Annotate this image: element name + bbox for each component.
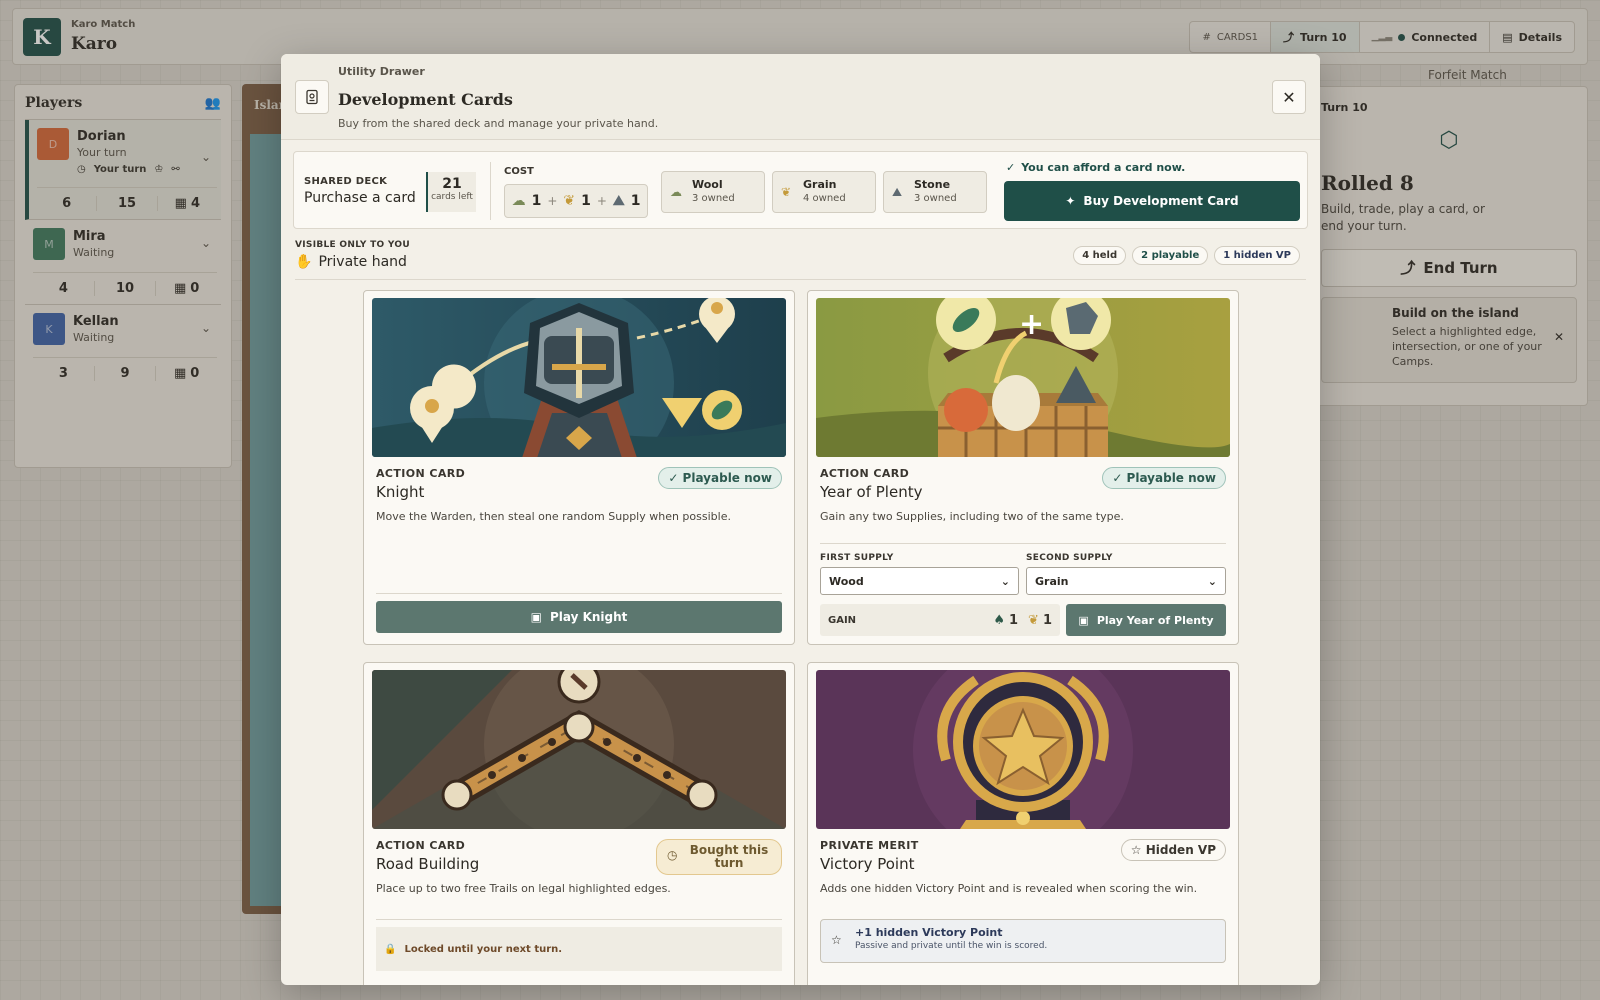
deck-label: Purchase a card (304, 190, 416, 206)
playable-badge: ✓ Playable now (1102, 467, 1226, 489)
card-icon (295, 80, 329, 114)
card-name: Road Building (376, 855, 480, 873)
afford-message: ✓ You can afford a card now. (1006, 161, 1186, 174)
deck-count: 21 cards left (426, 172, 476, 212)
card-desc: Gain any two Supplies, including two of … (820, 510, 1124, 523)
sparkle-icon: ✦ (1065, 194, 1076, 208)
shared-deck-bar: SHARED DECK Purchase a card 21 cards lef… (293, 151, 1308, 229)
card-desc: Move the Warden, then steal one random S… (376, 510, 731, 523)
chevron-down-icon: ⌄ (1000, 574, 1010, 588)
private-hand-header: VISIBLE ONLY TO YOU ✋ Private hand 4 held… (295, 240, 1306, 280)
card-year-of-plenty: + ACTION CARD ✓ Playable now Year of Ple… (807, 290, 1239, 645)
star-icon: ☆ (1130, 843, 1146, 857)
drawer-desc: Buy from the shared deck and manage your… (338, 117, 659, 130)
clock-icon: ◷ (667, 848, 678, 862)
stone-icon: ⛰ (612, 193, 625, 209)
locked-notice: 🔒 Locked until your next turn. (376, 927, 782, 971)
hand-icon: ✋ (295, 254, 313, 270)
buy-development-card-button[interactable]: ✦ Buy Development Card (1004, 181, 1300, 221)
check-icon: ✓ (1112, 471, 1127, 485)
check-icon: ✓ (668, 471, 683, 485)
gain-summary: GAIN ♠ 1 ❦ 1 (820, 604, 1060, 636)
hand-label: Private hand (318, 254, 407, 270)
close-icon: ✕ (1282, 87, 1296, 107)
cost-label: COST (504, 166, 534, 177)
hidden-vp-badge: ☆ Hidden VP (1120, 839, 1226, 861)
card-desc: Adds one hidden Victory Point and is rev… (820, 882, 1198, 895)
card-desc: Place up to two free Trails on legal hig… (376, 882, 671, 895)
card-kind: ACTION CARD (376, 467, 466, 480)
svg-text:+: + (1019, 307, 1044, 342)
card-name: Knight (376, 483, 425, 501)
grain-icon: ❦ (1028, 612, 1039, 628)
wool-icon: ☁ (670, 185, 682, 199)
close-button[interactable]: ✕ (1272, 80, 1306, 114)
card-icon: ▣ (530, 610, 542, 624)
playable-chip: 2 playable (1132, 246, 1209, 265)
card-kind: ACTION CARD (820, 467, 910, 480)
drawer-kicker: Utility Drawer (338, 65, 425, 78)
card-victory-point: PRIVATE MERIT ☆ Hidden VP Victory Point … (807, 662, 1239, 985)
lock-icon: 🔒 (384, 943, 397, 955)
first-supply-select[interactable]: Wood ⌄ (820, 567, 1019, 595)
resource-stone: ⛰ Stone 3 owned (883, 171, 987, 213)
resource-wool: ☁ Wool 3 owned (661, 171, 765, 213)
first-supply-label: FIRST SUPPLY (820, 553, 894, 563)
card-icon: ▣ (1078, 613, 1089, 627)
card-name: Victory Point (820, 855, 915, 873)
play-knight-button[interactable]: ▣ Play Knight (376, 601, 782, 633)
stone-icon: ⛰ (892, 185, 903, 199)
hidden-vp-box: ☆ +1 hidden Victory Point Passive and pr… (820, 919, 1226, 963)
development-cards-drawer: Utility Drawer Development Cards Buy fro… (281, 54, 1320, 985)
card-knight: ACTION CARD ✓ Playable now Knight Move t… (363, 290, 795, 645)
card-name: Year of Plenty (820, 483, 923, 501)
check-icon: ✓ (1006, 161, 1016, 174)
knight-art (372, 298, 786, 457)
play-year-of-plenty-button[interactable]: ▣ Play Year of Plenty (1066, 604, 1226, 636)
playable-badge: ✓ Playable now (658, 467, 782, 489)
cost-box: ☁ 1 + ❦ 1 + ⛰ 1 (504, 184, 648, 218)
deck-kicker: SHARED DECK (304, 176, 388, 187)
road-building-art (372, 670, 786, 829)
card-kind: ACTION CARD (376, 839, 466, 852)
wool-icon: ☁ (511, 193, 526, 209)
grain-icon: ❦ (781, 185, 792, 199)
card-road-building: ACTION CARD ◷ Bought this turn Road Build… (363, 662, 795, 985)
hidden-vp-chip: 1 hidden VP (1214, 246, 1300, 265)
wood-icon: ♠ (993, 612, 1005, 628)
chevron-down-icon: ⌄ (1207, 574, 1217, 588)
victory-point-art (816, 670, 1230, 829)
drawer-title: Development Cards (338, 90, 513, 109)
year-of-plenty-art: + (816, 298, 1230, 457)
grain-icon: ❦ (563, 193, 576, 209)
second-supply-select[interactable]: Grain ⌄ (1026, 567, 1226, 595)
bought-this-turn-badge: ◷ Bought this turn (656, 839, 782, 876)
held-chip: 4 held (1073, 246, 1127, 265)
resource-grain: ❦ Grain 4 owned (772, 171, 876, 213)
star-icon: ☆ (831, 933, 842, 947)
second-supply-label: SECOND SUPPLY (1026, 553, 1113, 563)
card-kind: PRIVATE MERIT (820, 839, 919, 852)
